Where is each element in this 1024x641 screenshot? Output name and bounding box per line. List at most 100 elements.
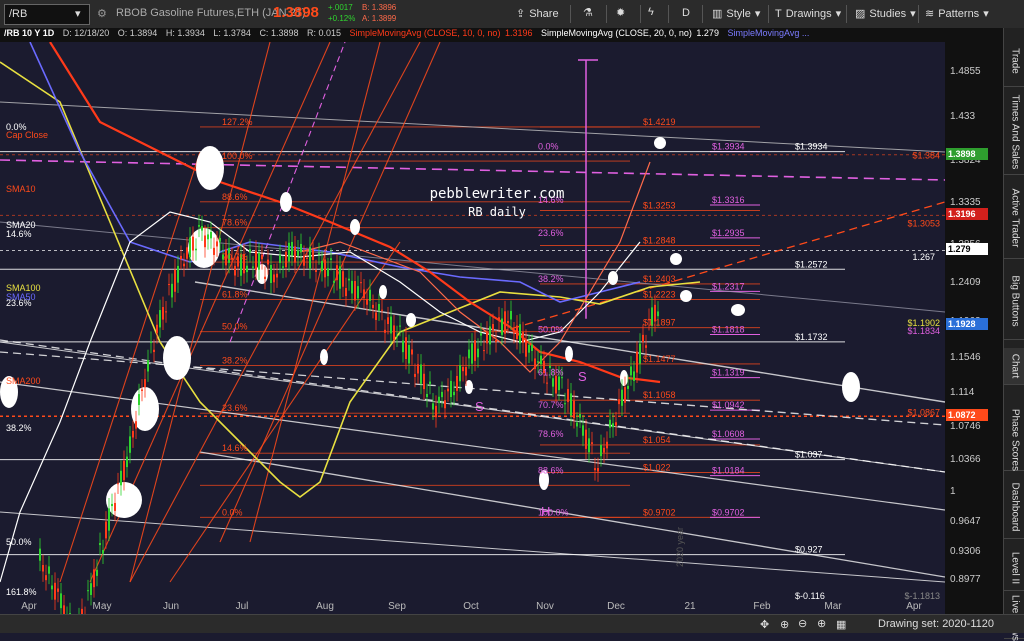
settings-icon[interactable]: ✹ — [616, 6, 625, 19]
candle-body — [567, 389, 569, 403]
candle-body — [396, 336, 398, 338]
candle-body — [267, 259, 269, 265]
period-selector[interactable]: D — [682, 7, 690, 19]
candle-body — [327, 268, 329, 277]
grid-icon[interactable]: ▦ — [836, 618, 846, 631]
dropdown-arrow-icon[interactable]: ▾ — [75, 7, 81, 20]
candle-body — [642, 334, 644, 343]
header-range: R: 0.015 — [306, 28, 342, 38]
tab-active-trader[interactable]: Active Trader — [1004, 178, 1024, 259]
candle-body — [546, 382, 548, 384]
white-level-value: $1.2572 — [795, 259, 828, 269]
drag-icon[interactable]: ✥ — [760, 618, 769, 631]
sma20-study[interactable]: SimpleMovingAvg (CLOSE, 20, 0, no) — [541, 28, 692, 38]
tab-level-ii[interactable]: Level II — [1004, 546, 1024, 591]
far-right-value: $1.384 — [912, 151, 940, 161]
candle-body — [147, 360, 149, 372]
candle-body — [459, 365, 461, 382]
tab-dashboard[interactable]: Dashboard — [1004, 476, 1024, 539]
fib-mid-value-label: $1.022 — [643, 463, 671, 473]
fib-label: 50.0% — [6, 537, 32, 547]
candle-body — [453, 391, 455, 396]
tab-trade[interactable]: Trade — [1004, 36, 1024, 87]
candle-body — [585, 429, 587, 449]
candle-body — [249, 249, 251, 253]
candle-body — [141, 389, 143, 391]
candle-body — [480, 333, 482, 336]
watermark-site: pebblewriter.com — [430, 186, 565, 202]
candle-body — [555, 375, 557, 394]
fib-mid-pct-label: 0.0% — [538, 142, 559, 152]
header-open: O: 1.3894 — [117, 28, 158, 38]
pivot-marker — [320, 349, 328, 365]
drawing-icon: T — [775, 7, 782, 20]
flask-icon[interactable]: ⚗ — [583, 6, 593, 19]
lightning-icon[interactable]: ϟ — [648, 6, 654, 18]
fib-mid-value-label: $1.054 — [643, 435, 671, 445]
sma10-study[interactable]: SimpleMovingAvg (CLOSE, 10, 0, no) — [350, 28, 501, 38]
white-level-value: $1.1732 — [795, 332, 828, 342]
candle-body — [276, 273, 278, 278]
tab-chart[interactable]: Chart — [1004, 348, 1024, 385]
fib-right-value-label: $1.3934 — [712, 142, 745, 152]
x-tick-label: Nov — [536, 601, 554, 612]
price-axis[interactable]: 1.48551.4331.38241.33351.28561.24091.196… — [945, 28, 1003, 614]
crosshair-icon[interactable]: ⊕ — [780, 618, 789, 631]
x-tick-label: Mar — [824, 601, 842, 612]
candle-body — [393, 325, 395, 340]
candle-body — [597, 468, 599, 472]
zoom-out-icon[interactable]: ⊖ — [798, 617, 807, 630]
tab-big-buttons[interactable]: Big Buttons — [1004, 263, 1024, 340]
pivot-marker — [280, 192, 292, 212]
candle-body — [90, 583, 92, 595]
candle-body — [402, 340, 404, 353]
fib-left-label: 127.2% — [222, 117, 253, 127]
fib-mid-pct-label: 88.6% — [538, 466, 564, 476]
header-low: L: 1.3784 — [213, 28, 251, 38]
tab-times-and-sales[interactable]: Times And Sales — [1004, 90, 1024, 175]
candle-body — [156, 324, 158, 334]
bottom-bar: ✥ ⊕ ⊖ ⊕ ▦ Drawing set: 2020-1120 — [0, 614, 1024, 633]
candle-body — [603, 447, 605, 453]
patterns-button[interactable]: ≋ Patterns ▾ — [925, 7, 989, 21]
candle-body — [378, 303, 380, 311]
candle-body — [588, 438, 590, 453]
drawing-set-label[interactable]: Drawing set: 2020-1120 — [878, 618, 994, 630]
ask-price: A: 1.3899 — [362, 14, 397, 23]
fib-left-label: 88.6% — [222, 192, 248, 202]
bid-price: B: 1.3896 — [362, 3, 397, 12]
candle-body — [117, 483, 119, 485]
candle-body — [279, 254, 281, 263]
candle-body — [609, 419, 611, 428]
drawings-button[interactable]: T Drawings ▾ — [775, 7, 841, 21]
price-tick-label: 1.433 — [950, 111, 976, 123]
price-tick-label: 0.9306 — [950, 545, 981, 557]
candle-body — [537, 361, 539, 363]
far-right-value: $1.1834 — [907, 326, 940, 336]
price-chart[interactable]: Apr May Jun Jul Aug Sep Oct Nov Dec 21 Feb Mar Apr 0.… — [0, 42, 945, 614]
symbol-link-icon[interactable]: ⚙ — [97, 7, 107, 20]
fib-label: 38.2% — [6, 423, 32, 433]
pattern-shoulder-left: S — [475, 399, 484, 414]
candle-body — [312, 250, 314, 261]
pivot-marker — [379, 285, 387, 299]
style-button[interactable]: ▥ Style ▾ — [712, 7, 760, 21]
fib-left-label: 23.6% — [222, 403, 248, 413]
candle-body — [528, 344, 530, 353]
sma-more-study[interactable]: SimpleMovingAvg ... — [727, 28, 809, 38]
zoom-in-icon[interactable]: ⊕ — [817, 617, 826, 630]
x-tick-label: Dec — [607, 601, 625, 612]
header-symbol: /RB 10 Y 1D — [4, 28, 55, 38]
candle-body — [369, 289, 371, 301]
candle-body — [186, 247, 188, 259]
tab-phase-scores[interactable]: Phase Scores — [1004, 409, 1024, 471]
x-tick-label: Apr — [21, 601, 37, 612]
candle-body — [138, 394, 140, 405]
fib-right-value-label: $1.0184 — [712, 466, 745, 476]
candle-body — [417, 364, 419, 374]
candle-body — [108, 508, 110, 531]
share-button[interactable]: ⇪ Share — [516, 7, 559, 21]
studies-button[interactable]: ▨ Studies ▾ — [855, 7, 916, 21]
symbol-input[interactable]: /RB ▾ — [4, 4, 90, 25]
candle-body — [618, 399, 620, 405]
